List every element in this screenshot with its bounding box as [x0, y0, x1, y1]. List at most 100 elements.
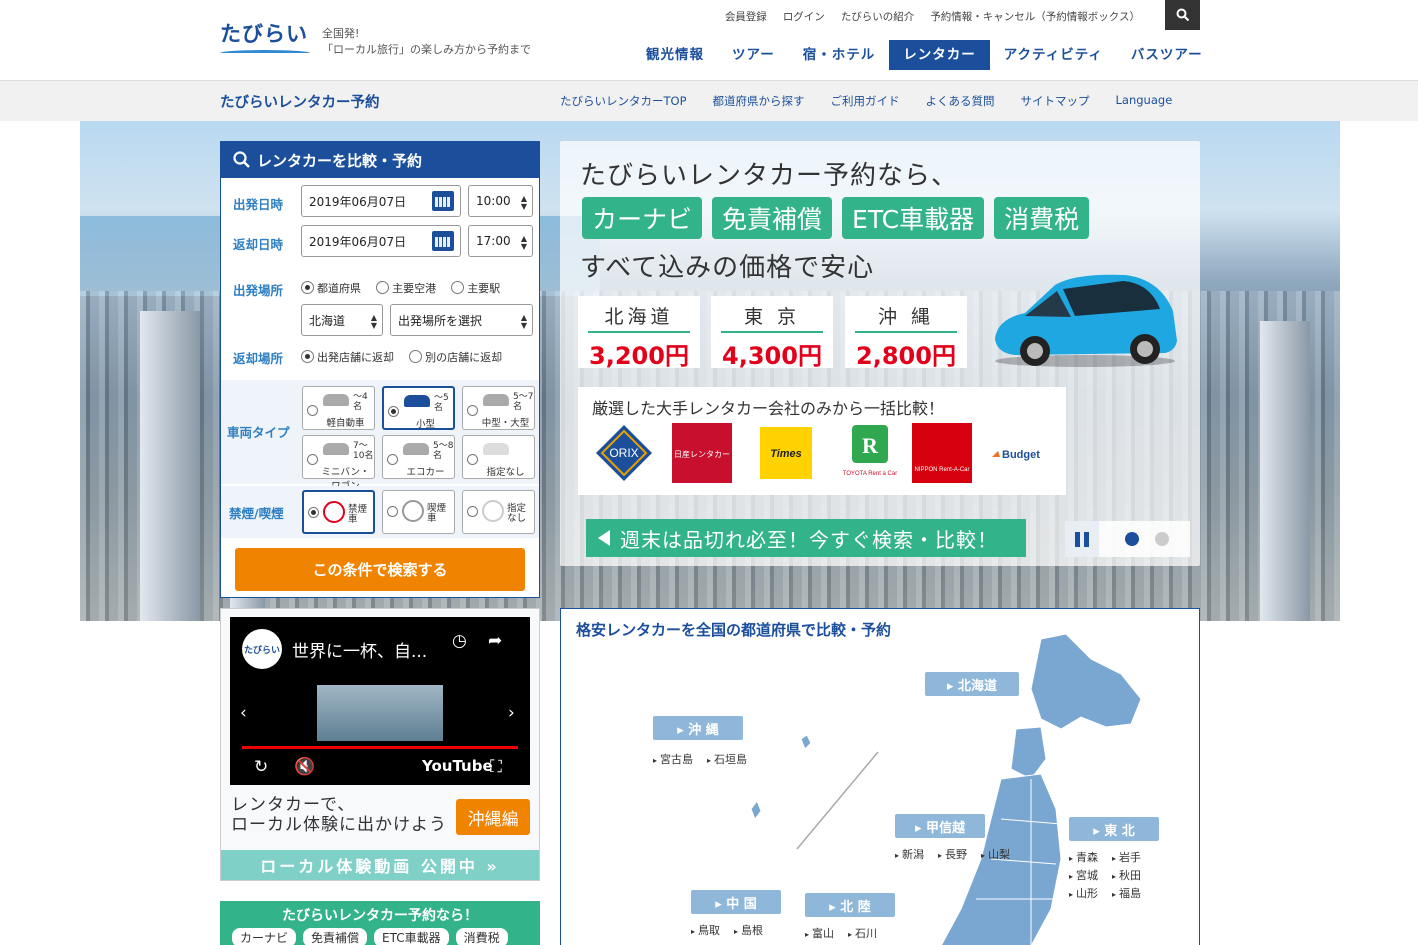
car-type-kei[interactable]: 〜4名 軽自動車 — [302, 386, 375, 430]
pref-link[interactable]: 石川 — [848, 925, 877, 941]
smoke-option-label: 喫煙車 — [427, 503, 447, 524]
car-type-small[interactable]: 〜5名 小型 — [382, 386, 455, 430]
nav-tour[interactable]: ツアー — [718, 40, 789, 70]
subnav-prefecture[interactable]: 都道府県から探す — [713, 93, 805, 109]
subnav-guide[interactable]: ご利用ガイド — [831, 93, 900, 109]
pref-link[interactable]: 島根 — [734, 922, 763, 938]
subnav-sitemap[interactable]: サイトマップ — [1021, 93, 1090, 109]
fullscreen-icon[interactable]: ⛶ — [490, 757, 502, 777]
nav-bustour[interactable]: バスツアー — [1117, 40, 1217, 70]
depart-date-input[interactable]: 2019年06月07日 — [301, 185, 461, 217]
site-search-button[interactable] — [1165, 0, 1200, 30]
car-type-eco[interactable]: 5〜8名 エコカー — [382, 435, 455, 479]
radio-other-store[interactable]: 別の店舗に返却 — [409, 349, 502, 365]
price-pref: 東 京 — [721, 302, 823, 333]
brands-heading: 厳選した大手レンタカー会社のみから一括比較！ — [592, 399, 945, 418]
prefecture-select[interactable]: 北海道 ▲ ▼ — [301, 304, 383, 336]
smoke-smoking[interactable]: 喫煙車 — [382, 490, 455, 534]
main-nav: 観光情報 ツアー 宿・ホテル レンタカー アクティビティ バスツアー — [632, 40, 1217, 70]
pref-link[interactable]: 新潟 — [895, 846, 924, 862]
util-link-register[interactable]: 会員登録 — [725, 9, 767, 24]
hero-promo-card[interactable]: たびらいレンタカー予約なら、 カーナビ 免責補償 ETC車載器 消費税 すべて込… — [560, 141, 1200, 566]
pref-link[interactable]: 長野 — [938, 846, 967, 862]
site-logo[interactable]: たびらい — [220, 18, 310, 58]
radio-prefecture[interactable]: 都道府県 — [301, 280, 361, 296]
region-hokkaido[interactable]: ▸ 北海道 — [925, 672, 1019, 696]
pause-icon[interactable] — [1065, 521, 1099, 557]
subnav-faq[interactable]: よくある質問 — [926, 93, 995, 109]
radio-station[interactable]: 主要駅 — [451, 280, 500, 296]
search-now-banner[interactable]: 週末は品切れ必至！今すぐ検索・比較！ — [586, 519, 1026, 557]
pref-link[interactable]: 宮城 — [1069, 867, 1098, 883]
slide-dot-2[interactable] — [1155, 532, 1169, 546]
util-link-reservations[interactable]: 予約情報・キャンセル（予約情報ボックス） — [930, 9, 1140, 24]
subnav-language[interactable]: Language — [1116, 93, 1173, 109]
slide-dot-1[interactable] — [1125, 532, 1139, 546]
return-date-input[interactable]: 2019年06月07日 — [301, 225, 461, 257]
okinawa-prefs: 宮古島 石垣島 — [653, 751, 813, 767]
spinner-icon: ▲ ▼ — [520, 313, 527, 330]
map-hokkaido-south[interactable] — [1010, 726, 1047, 780]
search-submit-button[interactable]: この条件で検索する — [235, 548, 525, 591]
calendar-icon[interactable] — [432, 231, 454, 251]
youtube-player[interactable]: たびらい 世界に一杯、自... ◷ ➦ ‹ › ↻ 🔇 YouTube ⛶ — [230, 617, 530, 785]
share-icon[interactable]: ➦ — [488, 631, 502, 651]
car-capacity: 〜5名 — [434, 393, 449, 413]
pref-link[interactable]: 富山 — [805, 925, 834, 941]
pref-link[interactable]: 山形 — [1069, 885, 1098, 901]
car-type-minivan[interactable]: 7〜10名ミニバン・ワゴン — [302, 435, 375, 492]
nav-sightseeing[interactable]: 観光情報 — [632, 40, 718, 70]
video-caption: レンタカーで、 ローカル体験に出かけよう — [231, 795, 447, 835]
chevron-left-icon[interactable]: ‹ — [240, 703, 247, 723]
radio-same-store[interactable]: 出発店舗に返却 — [301, 349, 394, 365]
pref-link[interactable]: 秋田 — [1112, 867, 1141, 883]
smoke-any[interactable]: 指定なし — [462, 490, 535, 534]
sub-navbar: たびらいレンタカー予約 たびらいレンタカーTOP 都道府県から探す ご利用ガイド… — [0, 80, 1418, 121]
pref-link[interactable]: 山梨 — [981, 846, 1010, 862]
smoke-nonsmoking[interactable]: 禁煙車 — [302, 490, 375, 534]
replay-icon[interactable]: ↻ — [254, 757, 268, 777]
video-thumbnail — [317, 685, 443, 741]
car-type-any[interactable]: 指定なし — [462, 435, 535, 479]
pref-link[interactable]: 福島 — [1112, 885, 1141, 901]
map-okinawa-small-island[interactable] — [750, 799, 762, 821]
mute-icon[interactable]: 🔇 — [294, 757, 315, 777]
return-time-select[interactable]: 17:00 ▲ ▼ — [468, 225, 533, 257]
depart-time-select[interactable]: 10:00 ▲ ▼ — [468, 185, 533, 217]
pref-link[interactable]: 宮古島 — [653, 751, 693, 767]
region-hokuriku[interactable]: ▸ 北 陸 — [805, 893, 895, 917]
util-link-about[interactable]: たびらいの紹介 — [841, 9, 915, 24]
video-progress-bar[interactable] — [242, 746, 518, 749]
pref-link[interactable]: 石垣島 — [707, 751, 747, 767]
radio-label: 主要駅 — [467, 281, 501, 295]
region-chugoku[interactable]: ▸ 中 国 — [691, 890, 781, 914]
channel-avatar[interactable]: たびらい — [242, 629, 282, 669]
place-row: 出発場所 都道府県 主要空港 主要駅 北海道 ▲ ▼ 出発場所を選択 ▲ ▼ 返却場… — [221, 272, 539, 382]
region-koshinetsu[interactable]: ▸ 甲信越 — [895, 814, 985, 838]
depart-place-select[interactable]: 出発場所を選択 ▲ ▼ — [390, 304, 533, 336]
video-title[interactable]: 世界に一杯、自... — [292, 637, 427, 662]
nav-rentacar[interactable]: レンタカー — [889, 40, 990, 70]
nav-hotel[interactable]: 宿・ホテル — [789, 40, 890, 70]
subnav-top[interactable]: たびらいレンタカーTOP — [560, 93, 687, 109]
section-title[interactable]: たびらいレンタカー予約 — [220, 91, 380, 112]
map-hokkaido[interactable] — [1030, 633, 1142, 730]
util-link-login[interactable]: ログイン — [783, 9, 825, 24]
promo-small-banner[interactable]: たびらいレンタカー予約なら！ カーナビ 免責補償 ETC車載器 消費税 — [220, 901, 540, 945]
return-time-value: 17:00 — [476, 234, 511, 248]
chevron-right-icon[interactable]: › — [508, 703, 515, 723]
map-okinawa-island[interactable] — [800, 734, 812, 750]
pref-link[interactable]: 岩手 — [1112, 849, 1141, 865]
clock-icon[interactable]: ◷ — [452, 631, 467, 651]
nav-activity[interactable]: アクティビティ — [990, 40, 1117, 70]
region-tohoku[interactable]: ▸ 東 北 — [1069, 817, 1159, 841]
calendar-icon[interactable] — [432, 191, 454, 211]
return-place-label: 返却場所 — [233, 351, 284, 366]
pref-link[interactable]: 鳥取 — [691, 922, 720, 938]
pref-link[interactable]: 青森 — [1069, 849, 1098, 865]
video-footer-link[interactable]: ローカル体験動画 公開中 » — [221, 850, 539, 880]
radio-airport[interactable]: 主要空港 — [376, 280, 436, 296]
youtube-logo[interactable]: YouTube — [422, 757, 493, 775]
car-type-medium-large[interactable]: 5〜7名 中型・大型 — [462, 386, 535, 430]
region-okinawa[interactable]: ▸ 沖 縄 — [653, 716, 743, 740]
